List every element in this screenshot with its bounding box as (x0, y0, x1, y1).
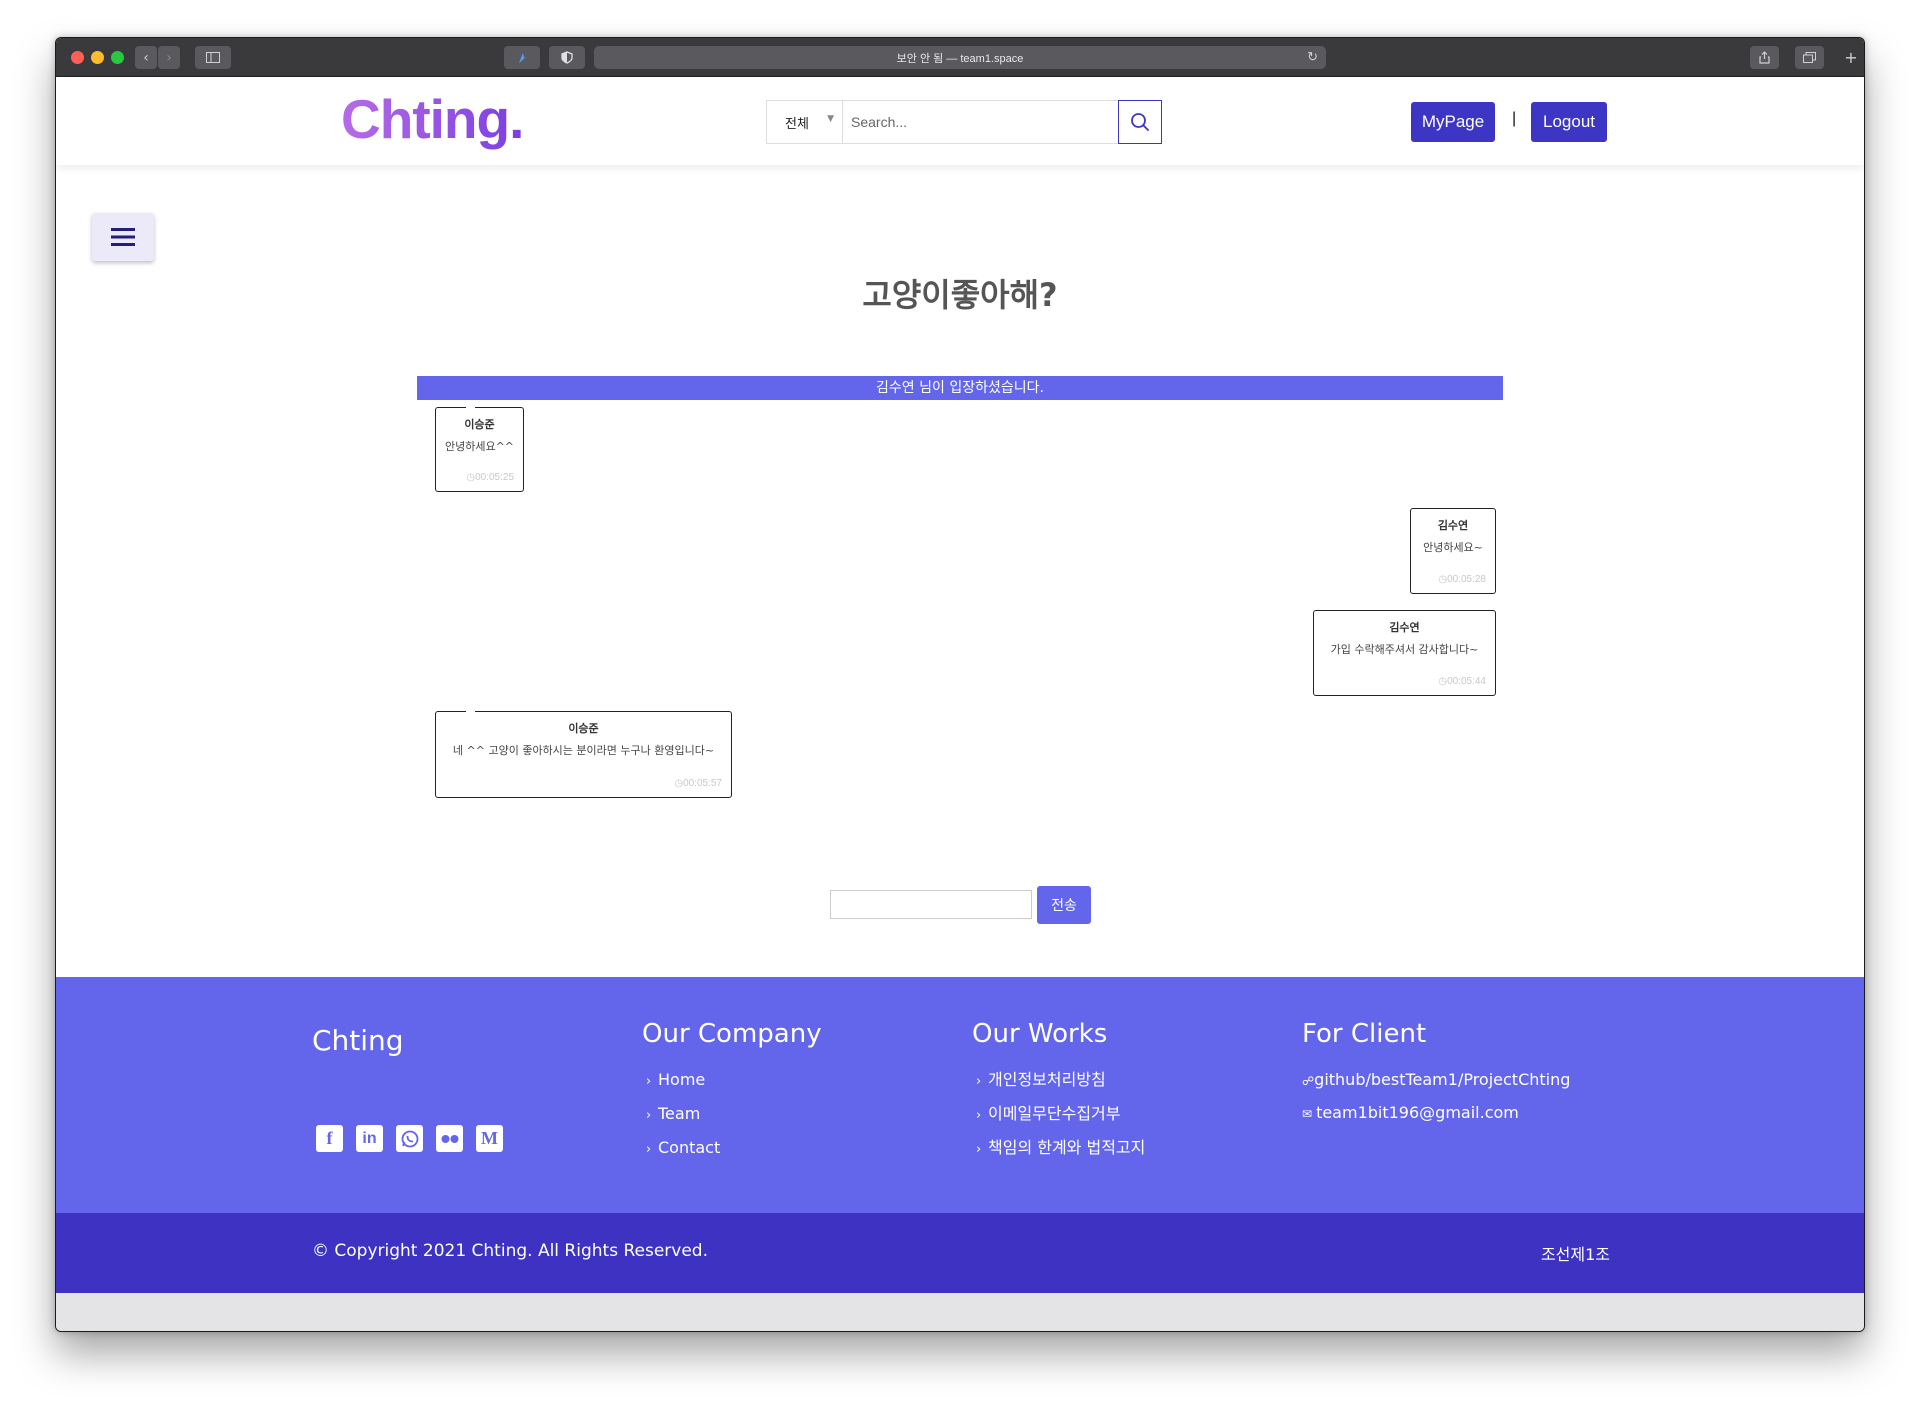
message-sender: 김수연 (1389, 621, 1420, 634)
mail-icon: ✉ (1302, 1107, 1313, 1121)
github-icon: ☍ (1302, 1074, 1315, 1088)
copyright-text: © Copyright 2021 Chting. All Rights Rese… (312, 1241, 708, 1261)
chevron-right-icon: › (646, 1108, 652, 1123)
footer-link-contact[interactable]: › Contact (642, 1132, 822, 1166)
copyright-bar: © Copyright 2021 Chting. All Rights Rese… (56, 1213, 1864, 1293)
message-text: 네 ^^ 고양이 좋아하시는 분이라면 누구나 환영입니다~ (452, 744, 715, 757)
footer-company-title: Our Company (642, 1019, 822, 1049)
address-text: 보안 안 됨 — team1.space (896, 52, 1024, 65)
social-links: f in M (316, 1125, 503, 1152)
footer-link-home[interactable]: › Home (642, 1064, 822, 1098)
privacy-shield-icon[interactable] (549, 46, 585, 69)
footer-email-link[interactable]: ✉ team1bit196@gmail.com (1302, 1097, 1570, 1130)
clock-icon: ◷ (1438, 676, 1448, 687)
chat-room-title: 고양이좋아해? (862, 276, 1058, 314)
back-icon[interactable]: ‹ (135, 46, 157, 69)
zoom-window-button[interactable] (111, 51, 124, 64)
site-footer: Chting f in M Our Company › Home › Team › C… (56, 977, 1864, 1213)
message-time: ◷00:05:57 (674, 778, 722, 789)
logout-button[interactable]: Logout (1531, 102, 1607, 142)
chat-message: 이승준 안녕하세요^^ ◷00:05:25 (435, 407, 524, 492)
linkedin-icon[interactable]: in (356, 1125, 383, 1152)
extension-icon[interactable] (504, 46, 540, 69)
flickr-icon[interactable] (436, 1125, 463, 1152)
tabs-overview-icon[interactable] (1795, 46, 1824, 69)
site-header: Chting. 전체 ▼ MyPage | Logout (56, 77, 1864, 165)
message-time: ◷00:05:28 (1438, 574, 1486, 585)
search-form: 전체 ▼ (766, 100, 1162, 144)
chevron-right-icon: › (976, 1074, 982, 1089)
send-button[interactable]: 전송 (1037, 886, 1091, 924)
page-overscroll-area (56, 1293, 1864, 1331)
message-time: ◷00:05:44 (1438, 676, 1486, 687)
footer-link-team[interactable]: › Team (642, 1098, 822, 1132)
hamburger-menu-icon (111, 228, 135, 246)
chevron-down-icon: ▼ (827, 114, 834, 124)
message-text: 안녕하세요~ (1423, 541, 1483, 554)
facebook-icon[interactable]: f (316, 1125, 343, 1152)
site-logo[interactable]: Chting. (341, 87, 524, 151)
message-sender: 김수연 (1437, 519, 1469, 532)
reload-icon[interactable]: ↻ (1307, 49, 1318, 65)
clock-icon: ◷ (466, 472, 476, 483)
entry-notice-bar: 김수연 님이 입장하셨습니다. (417, 376, 1503, 400)
search-icon (1131, 113, 1149, 131)
footer-link-privacy[interactable]: › 개인정보처리방침 (972, 1064, 1145, 1098)
header-separator: | (1512, 110, 1517, 127)
whatsapp-icon[interactable] (396, 1125, 423, 1152)
search-input[interactable] (843, 101, 1118, 143)
footer-client-column: For Client ☍github/bestTeam1/ProjectChti… (1302, 1019, 1570, 1130)
chat-message: 이승준 네 ^^ 고양이 좋아하시는 분이라면 누구나 환영입니다~ ◷00:0… (435, 711, 732, 798)
chevron-right-icon: › (976, 1142, 982, 1157)
search-category-value: 전체 (785, 116, 809, 132)
search-category-select[interactable]: 전체 ▼ (767, 101, 843, 143)
minimize-window-button[interactable] (91, 51, 104, 64)
footer-github-link[interactable]: ☍github/bestTeam1/ProjectChting (1302, 1064, 1570, 1097)
chat-message: 김수연 가입 수락해주셔서 감사합니다~ ◷00:05:44 (1313, 610, 1496, 696)
footer-link-legal[interactable]: › 책임의 한계와 법적고지 (972, 1132, 1145, 1166)
menu-toggle-button[interactable] (92, 213, 154, 261)
footer-link-email-policy[interactable]: › 이메일무단수집거부 (972, 1098, 1145, 1132)
footer-works-column: Our Works › 개인정보처리방침 › 이메일무단수집거부 › 책임의 한계와 … (972, 1019, 1145, 1166)
address-bar[interactable]: 보안 안 됨 — team1.space ↻ (594, 46, 1326, 69)
team-name: 조선제1조 (1540, 1245, 1610, 1264)
footer-works-title: Our Works (972, 1019, 1108, 1049)
forward-icon[interactable]: › (158, 46, 180, 69)
chat-message: 김수연 안녕하세요~ ◷00:05:28 (1410, 508, 1496, 594)
message-sender: 이승준 (464, 418, 495, 431)
footer-company-column: Our Company › Home › Team › Contact (642, 1019, 822, 1166)
chevron-right-icon: › (646, 1074, 652, 1089)
message-time: ◷00:05:25 (466, 472, 514, 483)
chevron-right-icon: › (976, 1108, 982, 1123)
clock-icon: ◷ (674, 778, 684, 789)
message-text: 안녕하세요^^ (444, 440, 515, 453)
browser-toolbar: ‹ › 보안 안 됨 — team1.space ↻ + (56, 38, 1864, 77)
footer-brand: Chting (312, 1024, 404, 1057)
chevron-right-icon: › (646, 1142, 652, 1157)
message-text: 가입 수락해주셔서 감사합니다~ (1330, 643, 1479, 656)
close-window-button[interactable] (71, 51, 84, 64)
new-tab-icon[interactable]: + (1841, 46, 1861, 69)
search-button[interactable] (1118, 100, 1162, 144)
chat-message-input[interactable] (830, 890, 1032, 919)
share-icon[interactable] (1750, 46, 1779, 69)
clock-icon: ◷ (1438, 574, 1448, 585)
sidebar-toggle-icon[interactable] (195, 46, 231, 69)
browser-window: ‹ › 보안 안 됨 — team1.space ↻ + Chting. 전체 … (55, 37, 1865, 1332)
message-sender: 이승준 (568, 722, 599, 735)
mypage-button[interactable]: MyPage (1411, 102, 1495, 142)
medium-icon[interactable]: M (476, 1125, 503, 1152)
footer-client-title: For Client (1302, 1019, 1427, 1049)
